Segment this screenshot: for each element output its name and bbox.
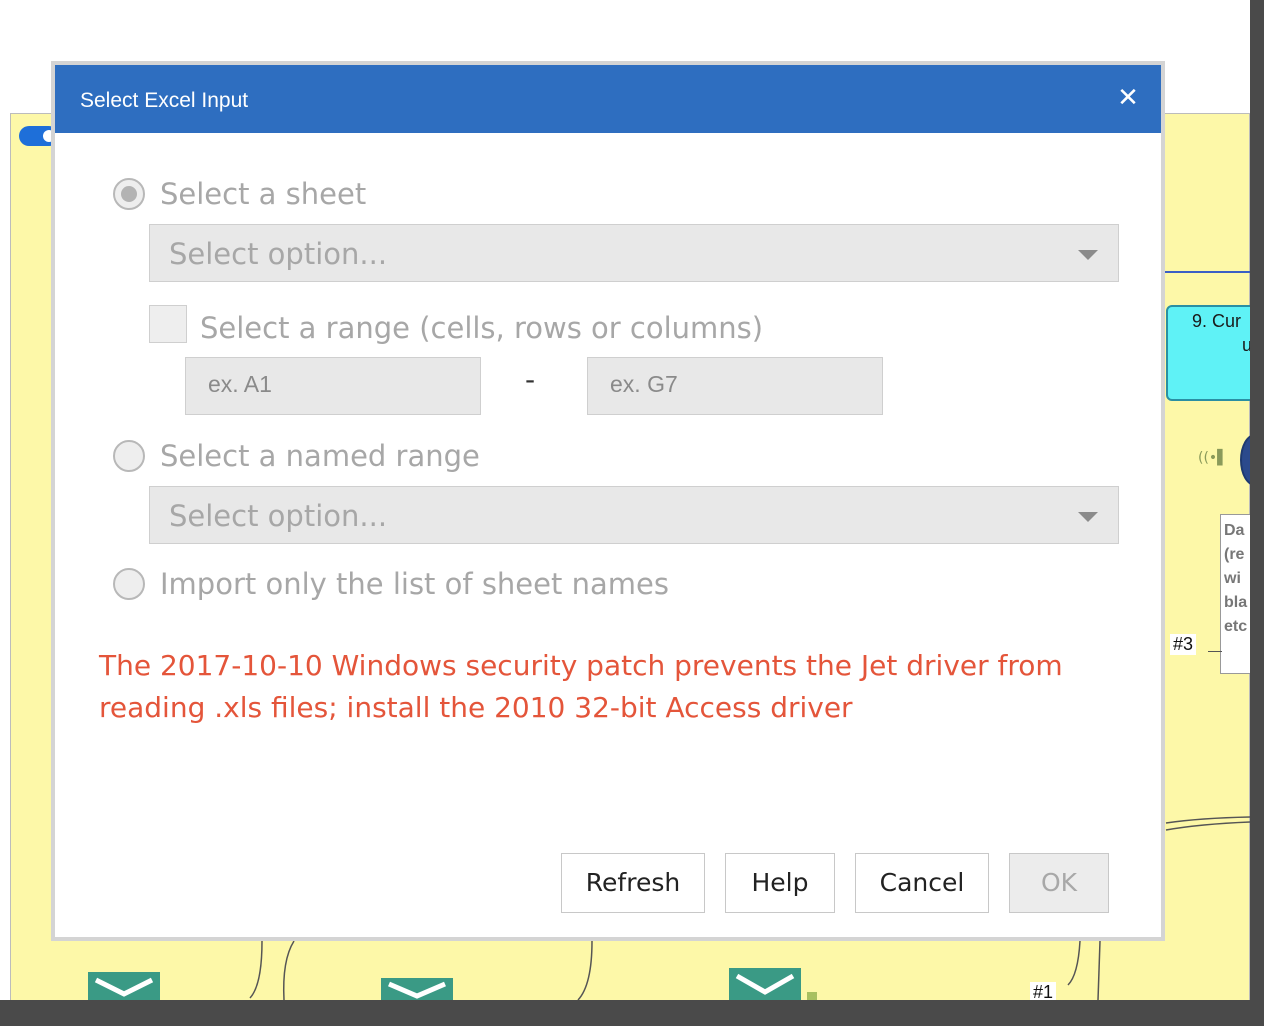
- sheet-dropdown[interactable]: Select option...: [149, 224, 1119, 282]
- sheet-names-radio[interactable]: [113, 568, 145, 600]
- named-range-radio[interactable]: [113, 440, 145, 472]
- named-range-dropdown[interactable]: Select option...: [149, 486, 1119, 544]
- select-range-checkbox[interactable]: [149, 305, 187, 343]
- select-range-label: Select a range (cells, rows or columns): [200, 311, 764, 345]
- range-from-input[interactable]: ex. A1: [185, 357, 481, 415]
- sheet-dropdown-placeholder: Select option...: [169, 237, 388, 271]
- chevron-down-icon: [1078, 250, 1098, 260]
- window-edge-bottom: [0, 1000, 1264, 1026]
- node-label: 9. Cur: [1192, 311, 1242, 331]
- window-edge-right: [1250, 0, 1264, 1026]
- book-tool-icon[interactable]: [729, 968, 819, 1002]
- range-to-input[interactable]: ex. G7: [587, 357, 883, 415]
- named-range-label: Select a named range: [160, 439, 480, 473]
- sheet-names-label: Import only the list of sheet names: [160, 567, 669, 601]
- refresh-button[interactable]: Refresh: [561, 853, 705, 913]
- select-sheet-radio[interactable]: [113, 178, 145, 210]
- help-button[interactable]: Help: [725, 853, 835, 913]
- select-excel-input-dialog: Select Excel Input ✕ Select a sheet Sele…: [51, 61, 1165, 941]
- chevron-down-icon: [1078, 512, 1098, 522]
- range-separator: -: [525, 363, 536, 396]
- close-icon[interactable]: ✕: [1113, 81, 1143, 115]
- cancel-button[interactable]: Cancel: [855, 853, 989, 913]
- connection-line: [1208, 651, 1222, 652]
- dialog-title: Select Excel Input: [80, 89, 249, 112]
- named-range-dropdown-placeholder: Select option...: [169, 499, 388, 533]
- browse-tool-icon[interactable]: ((•▌: [1198, 450, 1228, 466]
- dialog-title-bar[interactable]: Select Excel Input ✕: [55, 65, 1161, 133]
- container-border-line: [1165, 271, 1250, 273]
- book-tool-icon[interactable]: [381, 978, 453, 1002]
- ok-button[interactable]: OK: [1009, 853, 1109, 913]
- select-sheet-label: Select a sheet: [160, 177, 367, 211]
- connection-label: #3: [1170, 634, 1197, 655]
- error-message: The 2017-10-10 Windows security patch pr…: [99, 649, 1063, 724]
- book-tool-icon[interactable]: [88, 972, 160, 1002]
